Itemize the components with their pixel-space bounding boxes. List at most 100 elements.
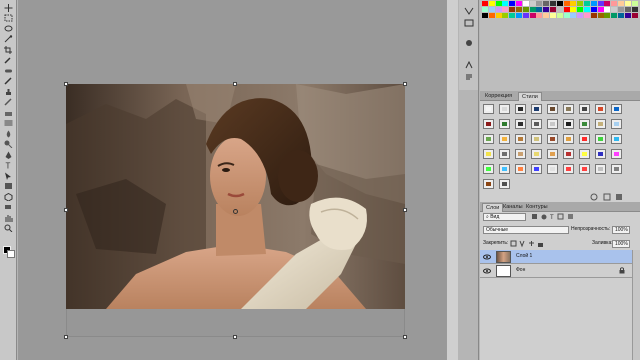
style-preset[interactable] <box>531 149 542 159</box>
marquee-tool-icon[interactable] <box>3 14 14 23</box>
color-swatch[interactable] <box>495 13 502 18</box>
magic-wand-tool-icon[interactable] <box>3 35 14 44</box>
color-swatch[interactable] <box>563 1 570 6</box>
path-selection-tool-icon[interactable] <box>3 171 14 180</box>
color-swatch[interactable] <box>509 1 516 6</box>
color-swatch[interactable] <box>509 13 516 18</box>
shape-tool-icon[interactable] <box>3 182 14 191</box>
style-preset[interactable] <box>499 179 510 189</box>
color-swatch[interactable] <box>563 7 570 12</box>
color-swatch[interactable] <box>522 13 529 18</box>
color-swatch[interactable] <box>618 1 624 6</box>
actions-panel-icon[interactable] <box>463 18 475 28</box>
transform-handle-right[interactable] <box>403 208 407 212</box>
color-swatch[interactable] <box>529 7 536 12</box>
color-swatch[interactable] <box>631 1 638 6</box>
tab-paths[interactable]: Контуры <box>523 203 551 212</box>
background-color-swatch[interactable] <box>7 250 15 258</box>
color-swatch[interactable] <box>550 7 556 12</box>
style-preset[interactable] <box>483 149 494 159</box>
healing-brush-tool-icon[interactable] <box>3 66 14 75</box>
style-preset[interactable] <box>531 134 542 144</box>
gradient-tool-icon[interactable] <box>3 119 14 128</box>
color-swatch[interactable] <box>624 13 631 18</box>
color-swatch[interactable] <box>570 7 577 12</box>
3d-camera-tool-icon[interactable] <box>3 203 14 212</box>
style-preset[interactable] <box>579 134 590 144</box>
color-swatch[interactable] <box>536 13 543 18</box>
layer-kind-filter[interactable]: ⌕ Вид <box>483 213 526 221</box>
color-swatch[interactable] <box>570 1 577 6</box>
color-swatch[interactable] <box>502 13 509 18</box>
style-preset[interactable] <box>547 149 558 159</box>
zoom-tool-icon[interactable] <box>3 224 14 233</box>
transform-center-point-icon[interactable] <box>233 209 238 214</box>
transform-handle-bottom[interactable] <box>233 335 237 339</box>
style-preset[interactable] <box>547 104 558 114</box>
style-preset[interactable] <box>531 164 542 174</box>
color-swatch[interactable] <box>597 13 604 18</box>
color-swatch[interactable] <box>495 1 502 6</box>
style-preset[interactable] <box>515 134 526 144</box>
style-preset[interactable] <box>483 134 494 144</box>
color-swatch[interactable] <box>577 1 584 6</box>
color-swatch[interactable] <box>563 13 570 18</box>
style-preset[interactable] <box>515 119 526 129</box>
style-preset[interactable] <box>531 119 542 129</box>
eye-icon[interactable] <box>483 267 491 275</box>
color-swatch[interactable] <box>543 13 550 18</box>
eyedropper-tool-icon[interactable] <box>3 56 14 65</box>
style-preset[interactable] <box>499 134 510 144</box>
color-swatch[interactable] <box>590 7 597 12</box>
color-swatch[interactable] <box>604 1 611 6</box>
opacity-input[interactable]: 100% <box>612 226 630 234</box>
color-swatch[interactable] <box>618 7 624 12</box>
color-swatch[interactable] <box>482 7 488 12</box>
blend-mode-select[interactable]: Обычные <box>483 226 569 234</box>
layer-filter-icons[interactable]: T <box>530 213 610 221</box>
color-swatch[interactable] <box>597 1 604 6</box>
style-preset[interactable] <box>499 119 510 129</box>
color-swatch[interactable] <box>536 7 543 12</box>
tab-channels[interactable]: Каналы <box>500 203 526 212</box>
type-tool-icon[interactable]: T <box>3 161 14 170</box>
style-preset[interactable] <box>579 104 590 114</box>
color-swatch[interactable] <box>502 7 509 12</box>
color-swatch[interactable] <box>516 7 522 12</box>
style-preset[interactable] <box>611 119 622 129</box>
style-preset[interactable] <box>499 104 510 114</box>
swatches-panel[interactable] <box>480 0 640 20</box>
pen-tool-icon[interactable] <box>3 150 14 159</box>
brush-tool-icon[interactable] <box>3 77 14 86</box>
style-preset[interactable] <box>563 164 574 174</box>
color-swatch[interactable] <box>550 13 556 18</box>
paragraph-panel-icon[interactable] <box>463 72 475 82</box>
layer-row[interactable]: Слой 1 <box>480 250 632 264</box>
color-swatch[interactable] <box>604 7 611 12</box>
transform-handle-top-right[interactable] <box>403 82 407 86</box>
color-swatch[interactable] <box>577 7 584 12</box>
color-swatch[interactable] <box>543 1 550 6</box>
style-preset[interactable] <box>595 134 606 144</box>
color-swatch[interactable] <box>584 13 590 18</box>
color-swatch[interactable] <box>611 13 618 18</box>
eye-icon[interactable] <box>483 253 491 261</box>
style-preset[interactable] <box>547 134 558 144</box>
style-preset[interactable] <box>579 119 590 129</box>
color-swatch[interactable] <box>556 13 563 18</box>
tab-adjustments[interactable]: Коррекция <box>482 92 515 101</box>
canvas-vertical-scrollbar[interactable] <box>446 0 458 360</box>
transform-handle-top[interactable] <box>233 82 237 86</box>
color-swatch[interactable] <box>590 13 597 18</box>
style-preset[interactable] <box>595 119 606 129</box>
style-preset[interactable] <box>499 164 510 174</box>
color-swatch[interactable] <box>624 7 631 12</box>
style-preset[interactable] <box>595 104 606 114</box>
history-brush-tool-icon[interactable] <box>3 98 14 107</box>
fill-input[interactable]: 100% <box>612 240 630 248</box>
color-swatch[interactable] <box>516 1 522 6</box>
layer-row[interactable]: Фон <box>480 264 632 278</box>
color-swatch[interactable] <box>488 7 495 12</box>
style-preset[interactable] <box>579 164 590 174</box>
color-swatch[interactable] <box>522 7 529 12</box>
